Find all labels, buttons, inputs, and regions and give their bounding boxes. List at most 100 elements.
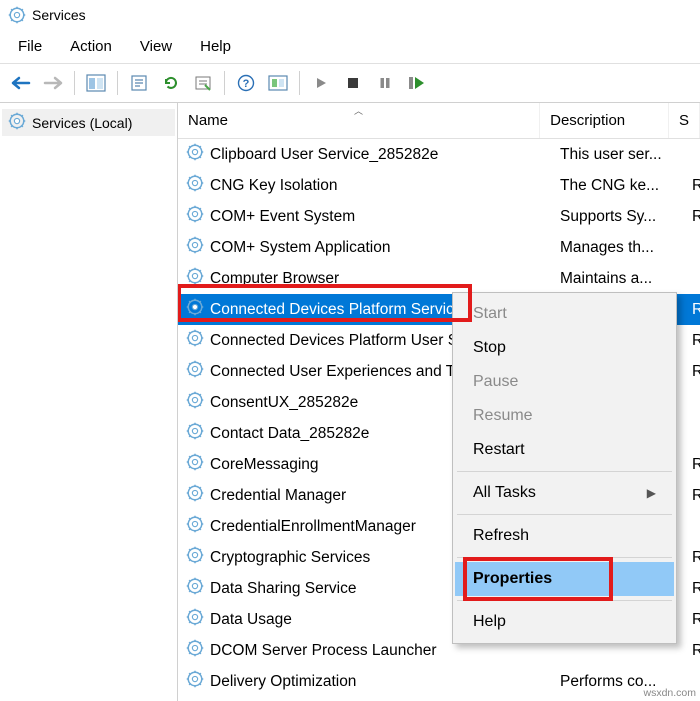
ctx-sep-3 (457, 557, 672, 558)
watermark: wsxdn.com (643, 687, 696, 699)
gear-icon (186, 639, 204, 662)
ctx-refresh[interactable]: Refresh (455, 519, 674, 553)
pause-service-button[interactable] (370, 68, 400, 98)
ctx-help[interactable]: Help (455, 605, 674, 639)
cell-name: Computer Browser (178, 267, 550, 290)
menu-file[interactable]: File (4, 34, 56, 59)
start-service-button[interactable] (306, 68, 336, 98)
cell-status: R (682, 580, 700, 598)
cell-status: R (682, 611, 700, 629)
service-name: COM+ System Application (210, 239, 390, 257)
services-app-icon (8, 6, 26, 24)
context-menu: Start Stop Pause Resume Restart All Task… (452, 292, 677, 644)
export-list-button[interactable] (124, 68, 154, 98)
ctx-start[interactable]: Start (455, 297, 674, 331)
services-window: Services File Action View Help ? (0, 0, 700, 701)
list-row[interactable]: COM+ System Application Manages th... (178, 232, 700, 263)
stop-service-button[interactable] (338, 68, 368, 98)
back-button[interactable] (6, 68, 36, 98)
service-name: Computer Browser (210, 270, 339, 288)
restart-service-button[interactable] (402, 68, 432, 98)
toolbar: ? (0, 64, 700, 103)
toolbar-sep-4 (299, 71, 300, 95)
menubar: File Action View Help (0, 30, 700, 64)
service-name: Clipboard User Service_285282e (210, 146, 438, 164)
svg-text:?: ? (243, 78, 250, 90)
gear-icon (186, 267, 204, 290)
forward-button[interactable] (38, 68, 68, 98)
sort-indicator-icon: ︿ (354, 104, 363, 117)
service-name: DCOM Server Process Launcher (210, 642, 437, 660)
ctx-restart[interactable]: Restart (455, 433, 674, 467)
gear-icon (186, 515, 204, 538)
cell-description: The CNG ke... (550, 177, 682, 195)
toolbar-sep-1 (74, 71, 75, 95)
ctx-resume[interactable]: Resume (455, 399, 674, 433)
cell-status: R (682, 456, 700, 474)
column-header-description[interactable]: Description (540, 103, 669, 138)
cell-status: R (682, 208, 700, 226)
ctx-properties[interactable]: Properties (455, 562, 674, 596)
service-name: CNG Key Isolation (210, 177, 338, 195)
sidebar-item-label: Services (Local) (32, 115, 132, 131)
cell-status: R (682, 332, 700, 350)
sidebar: Services (Local) (0, 103, 178, 701)
menu-help[interactable]: Help (186, 34, 245, 59)
cell-status: R (682, 177, 700, 195)
service-name: ConsentUX_285282e (210, 394, 358, 412)
ctx-sep-4 (457, 600, 672, 601)
toolbar-sep-2 (117, 71, 118, 95)
ctx-sep-2 (457, 514, 672, 515)
gear-icon (8, 112, 26, 133)
service-name: Data Usage (210, 611, 292, 629)
titlebar: Services (0, 0, 700, 30)
list-row[interactable]: CNG Key Isolation The CNG ke...R (178, 170, 700, 201)
cell-description: This user ser... (550, 146, 682, 164)
list-row[interactable]: Device Association ServiceEnables pairi.… (178, 697, 700, 701)
cell-description: Maintains a... (550, 270, 682, 288)
refresh-button[interactable] (156, 68, 186, 98)
window-title: Services (32, 7, 86, 23)
show-hide-tree-button[interactable] (81, 68, 111, 98)
gear-icon (186, 670, 204, 693)
cell-name: COM+ Event System (178, 205, 550, 228)
gear-icon (186, 360, 204, 383)
list-row[interactable]: COM+ Event SystemSupports Sy...R (178, 201, 700, 232)
list-row[interactable]: Clipboard User Service_285282e This user … (178, 139, 700, 170)
action-center-button[interactable] (263, 68, 293, 98)
main-area: Services (Local) Name ︿ Description S Cl… (0, 103, 700, 701)
service-name: Cryptographic Services (210, 549, 370, 567)
ctx-stop[interactable]: Stop (455, 331, 674, 365)
gear-icon (186, 391, 204, 414)
cell-status: R (682, 642, 700, 660)
content-pane: Name ︿ Description S Clipboard User Serv… (178, 103, 700, 701)
service-name: Data Sharing Service (210, 580, 356, 598)
service-name: COM+ Event System (210, 208, 355, 226)
gear-icon (186, 546, 204, 569)
service-name: Delivery Optimization (210, 673, 356, 691)
list-row[interactable]: Computer Browser Maintains a... (178, 263, 700, 294)
column-header-name[interactable]: Name ︿ (178, 103, 540, 138)
cell-status: R (682, 487, 700, 505)
cell-name: COM+ System Application (178, 236, 550, 259)
menu-view[interactable]: View (126, 34, 186, 59)
sidebar-item-services-local[interactable]: Services (Local) (2, 109, 175, 136)
gear-icon (186, 453, 204, 476)
ctx-pause[interactable]: Pause (455, 365, 674, 399)
cell-name: Clipboard User Service_285282e (178, 143, 550, 166)
properties-toolbar-button[interactable] (188, 68, 218, 98)
service-name: CoreMessaging (210, 456, 319, 474)
column-header-status[interactable]: S (669, 103, 700, 138)
service-name: Credential Manager (210, 487, 346, 505)
cell-description: Manages th... (550, 239, 682, 257)
toolbar-sep-3 (224, 71, 225, 95)
list-row[interactable]: Delivery OptimizationPerforms co... (178, 666, 700, 697)
ctx-all-tasks[interactable]: All Tasks ▶ (455, 476, 674, 510)
ctx-sep-1 (457, 471, 672, 472)
gear-icon (186, 298, 204, 321)
cell-name: CNG Key Isolation (178, 174, 550, 197)
gear-icon (186, 236, 204, 259)
cell-status: R (682, 363, 700, 381)
menu-action[interactable]: Action (56, 34, 126, 59)
help-toolbar-button[interactable]: ? (231, 68, 261, 98)
